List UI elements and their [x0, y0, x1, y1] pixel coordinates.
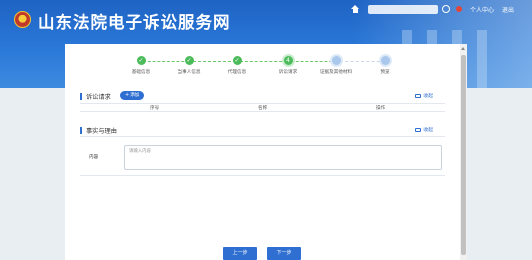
- column-header: 名称: [258, 106, 268, 111]
- section-title: 事实与理由: [86, 128, 117, 135]
- collapse-icon: [415, 127, 422, 132]
- add-button-label: 添加: [130, 93, 140, 98]
- facts-content-textarea[interactable]: 请输入内容: [124, 145, 442, 170]
- check-icon: ✓: [184, 56, 194, 65]
- column-header: 序号: [150, 106, 160, 111]
- site-title: 山东法院电子诉讼服务网: [38, 13, 231, 32]
- court-emblem-logo: [14, 11, 31, 28]
- column-header: 操作: [376, 106, 386, 111]
- step-preview: 预览: [355, 56, 415, 75]
- user-icon: [455, 6, 462, 12]
- pending-step-icon: [331, 56, 341, 65]
- collapse-label: 收起: [423, 94, 433, 99]
- previous-step-button[interactable]: 上一步: [223, 247, 257, 260]
- scrollbar-thumb[interactable]: [461, 55, 466, 255]
- logout-link[interactable]: 退出: [502, 5, 514, 14]
- plus-icon: +: [125, 92, 130, 98]
- claims-section-header: 诉讼请求 +添加 收起: [80, 91, 445, 103]
- progress-steps: ✓ 基础信息 ✓ 当事人信息 ✓ 代理信息 4 诉讼请求 证据及其他材料 预览: [65, 44, 460, 84]
- pending-step-icon: [380, 56, 390, 65]
- next-step-button[interactable]: 下一步: [267, 247, 301, 260]
- scroll-up-arrow[interactable]: [461, 46, 466, 52]
- step-number-badge: 4: [283, 56, 293, 65]
- content-field-label: 内容: [89, 155, 99, 160]
- check-icon: ✓: [136, 56, 146, 65]
- facts-form: 内容 请输入内容: [80, 136, 445, 176]
- user-center-link[interactable]: 个人中心: [470, 5, 494, 14]
- search-input[interactable]: [367, 4, 450, 14]
- top-toolbar: 个人中心 退出: [350, 3, 514, 15]
- section-accent-bar: [80, 127, 82, 134]
- section-title: 诉讼请求: [86, 94, 111, 101]
- step-label: 预览: [380, 70, 390, 75]
- home-icon[interactable]: [350, 5, 360, 13]
- check-icon: ✓: [232, 56, 242, 65]
- collapse-claims-button[interactable]: 收起: [415, 92, 433, 99]
- add-claim-button[interactable]: +添加: [120, 91, 145, 100]
- collapse-label: 收起: [423, 128, 433, 133]
- search-icon[interactable]: [441, 4, 450, 13]
- section-accent-bar: [80, 93, 82, 100]
- collapse-facts-button[interactable]: 收起: [415, 126, 433, 133]
- claims-table-header: 序号 名称 操作: [80, 103, 445, 112]
- header-decoration: [477, 30, 487, 88]
- collapse-icon: [415, 93, 422, 98]
